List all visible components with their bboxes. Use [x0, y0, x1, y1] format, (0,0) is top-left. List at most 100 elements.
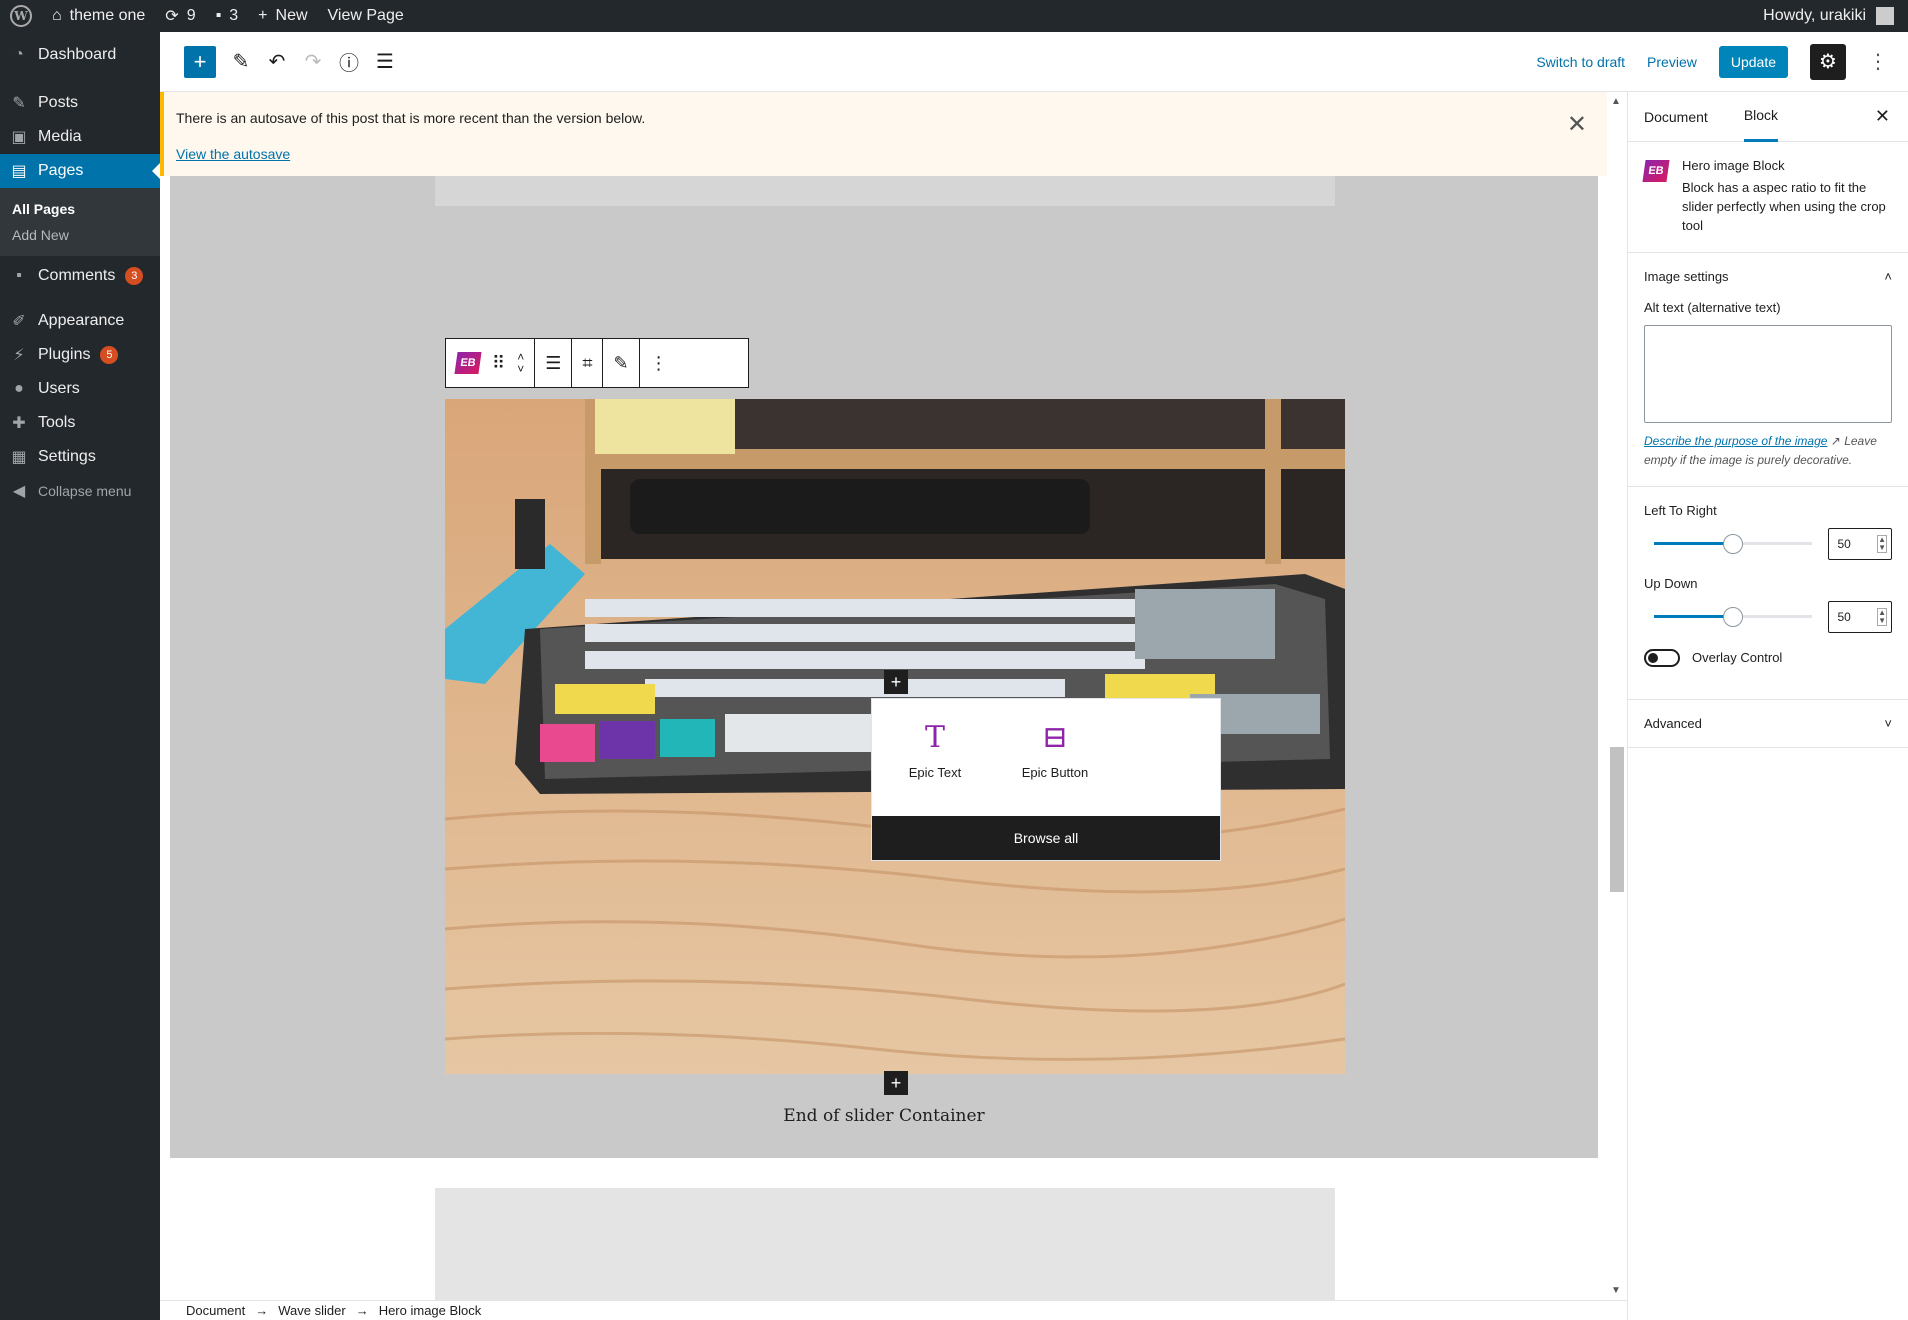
- new-label: New: [275, 7, 308, 24]
- media-icon: ▣: [11, 129, 27, 146]
- append-block-button[interactable]: +: [884, 1071, 908, 1095]
- edit-pencil-icon[interactable]: ✎: [613, 353, 628, 374]
- up-down-slider[interactable]: [1654, 607, 1813, 628]
- editor-header: + ✎ ↶ ↷ ⓘ ☰ Switch to draft Preview Upda…: [160, 32, 1908, 92]
- previous-block-strip: [435, 176, 1335, 206]
- submenu-add-new[interactable]: Add New: [0, 222, 160, 248]
- breadcrumb: Document → Wave slider → Hero image Bloc…: [160, 1300, 1627, 1320]
- updates-count: 9: [186, 7, 196, 24]
- gear-icon: ⚙: [1819, 51, 1837, 73]
- settings-gear-button[interactable]: ⚙: [1810, 43, 1846, 80]
- menu-settings[interactable]: ▦ Settings: [0, 440, 160, 474]
- menu-dashboard-label: Dashboard: [38, 46, 117, 63]
- submenu-all-pages[interactable]: All Pages: [0, 196, 160, 222]
- advanced-toggle[interactable]: Advanced ˅: [1628, 700, 1908, 747]
- scroll-down-icon[interactable]: ▼: [1611, 1285, 1621, 1296]
- alt-text-label: Alt text (alternative text): [1644, 299, 1781, 315]
- avatar: [1876, 7, 1894, 25]
- inserter-item-epic-text[interactable]: T Epic Text: [890, 719, 980, 798]
- menu-comments[interactable]: ▪ Comments 3: [0, 256, 160, 296]
- block-navigation-icon[interactable]: ☰: [374, 51, 396, 73]
- notice-text: There is an autosave of this post that i…: [176, 110, 646, 126]
- tab-document[interactable]: Document: [1644, 92, 1708, 142]
- menu-pages[interactable]: ▤ Pages: [0, 154, 160, 188]
- next-block-placeholder[interactable]: [435, 1188, 1335, 1300]
- new-content-link[interactable]: + New: [248, 0, 317, 32]
- slider-thumb[interactable]: [1723, 534, 1744, 555]
- menu-plugins[interactable]: ⚡ Plugins 5: [0, 338, 160, 372]
- menu-appearance[interactable]: ✐ Appearance: [0, 304, 160, 338]
- menu-tools[interactable]: ✚ Tools: [0, 406, 160, 440]
- advanced-title: Advanced: [1644, 715, 1702, 731]
- wave-slider-block[interactable]: EB ⠿ ˄ ˅ ☰ ⌗ ✎ ⋮ + T Epic Text ⊟ Epic Bu…: [170, 176, 1598, 1158]
- crop-icon[interactable]: ⌗: [582, 353, 592, 374]
- block-description: Block has a aspec ratio to fit the slide…: [1682, 180, 1886, 233]
- scroll-up-icon[interactable]: ▲: [1611, 96, 1621, 107]
- collapse-label: Collapse menu: [38, 483, 132, 499]
- settings-sidebar: Document Block ✕ EB Hero image Block Blo…: [1627, 92, 1908, 1320]
- view-page-link[interactable]: View Page: [318, 0, 414, 32]
- site-name: theme one: [69, 7, 146, 24]
- preview-button[interactable]: Preview: [1647, 54, 1697, 70]
- menu-posts[interactable]: ✎ Posts: [0, 86, 160, 120]
- edit-tool-icon[interactable]: ✎: [230, 51, 252, 73]
- updates-link[interactable]: ⟳ 9: [155, 0, 205, 32]
- breadcrumb-hero-image[interactable]: Hero image Block: [379, 1303, 482, 1318]
- block-toolbar: EB ⠿ ˄ ˅ ☰ ⌗ ✎ ⋮: [445, 338, 749, 388]
- more-options-icon[interactable]: ⋮: [1868, 49, 1888, 74]
- scroll-thumb[interactable]: [1610, 747, 1624, 892]
- view-autosave-link[interactable]: View the autosave: [176, 146, 1595, 162]
- left-to-right-slider[interactable]: [1654, 534, 1813, 555]
- overlay-control-toggle[interactable]: [1644, 648, 1680, 667]
- add-block-button[interactable]: +: [184, 45, 216, 78]
- canvas-scrollbar[interactable]: ▲ ▼: [1607, 92, 1627, 1300]
- update-button[interactable]: Update: [1718, 45, 1788, 78]
- undo-icon[interactable]: ↶: [266, 51, 288, 73]
- menu-settings-label: Settings: [38, 448, 96, 465]
- breadcrumb-separator: →: [255, 1303, 269, 1318]
- collapse-menu-button[interactable]: ◀ Collapse menu: [0, 474, 160, 508]
- describe-purpose-link[interactable]: Describe the purpose of the image: [1644, 434, 1827, 448]
- switch-to-draft-button[interactable]: Switch to draft: [1536, 54, 1625, 70]
- align-icon[interactable]: ☰: [545, 353, 561, 374]
- chevron-down-icon: ˅: [1884, 715, 1892, 731]
- menu-users[interactable]: ● Users: [0, 372, 160, 406]
- redo-icon[interactable]: ↷: [302, 51, 324, 73]
- plus-icon: +: [258, 7, 268, 24]
- image-settings-toggle[interactable]: Image settings ˄: [1628, 253, 1908, 300]
- drag-handle-icon[interactable]: ⠿: [492, 353, 505, 374]
- menu-media[interactable]: ▣ Media: [0, 120, 160, 154]
- epic-text-icon: T: [924, 719, 945, 755]
- close-icon[interactable]: ✕: [1567, 110, 1587, 139]
- info-icon[interactable]: ⓘ: [338, 51, 360, 75]
- left-to-right-input[interactable]: 50 ▲ ▼: [1828, 527, 1892, 560]
- comments-link[interactable]: ▪ 3: [206, 0, 249, 32]
- pages-icon: ▤: [11, 163, 27, 180]
- breadcrumb-document[interactable]: Document: [186, 1303, 245, 1318]
- slider-thumb[interactable]: [1723, 607, 1744, 628]
- block-inserter-button[interactable]: +: [884, 670, 908, 694]
- menu-comments-label: Comments: [38, 267, 116, 284]
- overlay-control-label: Overlay Control: [1692, 650, 1783, 666]
- inserter-item-epic-button[interactable]: ⊟ Epic Button: [1010, 719, 1100, 798]
- my-account-link[interactable]: Howdy, urakiki: [1753, 0, 1908, 32]
- plus-icon: +: [890, 1072, 902, 1093]
- move-up-down-icon[interactable]: ˄ ˅: [517, 351, 524, 375]
- alt-text-field[interactable]: [1644, 324, 1892, 423]
- up-down-input[interactable]: 50 ▲ ▼: [1828, 600, 1892, 633]
- plus-icon: +: [890, 671, 902, 692]
- pages-submenu: All Pages Add New: [0, 188, 160, 256]
- stepper-icon[interactable]: ▲ ▼: [1877, 534, 1887, 553]
- tab-block[interactable]: Block: [1743, 92, 1779, 142]
- close-sidebar-icon[interactable]: ✕: [1875, 106, 1890, 127]
- epic-blocks-logo-icon[interactable]: EB: [454, 352, 482, 374]
- wp-logo-menu[interactable]: W: [0, 0, 42, 32]
- browse-all-button[interactable]: Browse all: [872, 816, 1220, 860]
- epic-blocks-logo-icon: EB: [1642, 160, 1670, 182]
- greeting: Howdy, urakiki: [1763, 7, 1866, 24]
- breadcrumb-wave-slider[interactable]: Wave slider: [278, 1303, 345, 1318]
- menu-dashboard[interactable]: ◔ Dashboard: [0, 32, 160, 78]
- site-name-link[interactable]: ⌂ theme one: [42, 0, 155, 32]
- stepper-icon[interactable]: ▲ ▼: [1877, 607, 1887, 626]
- block-more-options-icon[interactable]: ⋮: [650, 353, 668, 374]
